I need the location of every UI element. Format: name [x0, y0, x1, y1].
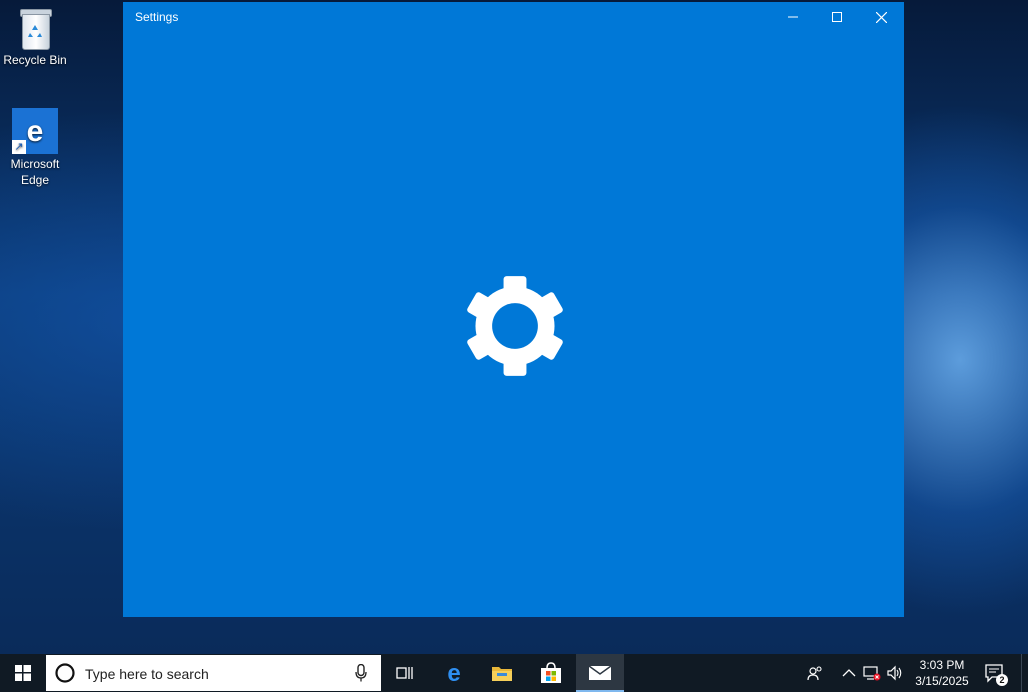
file-explorer-icon	[492, 667, 512, 681]
gear-icon	[467, 276, 563, 376]
edge-icon: e	[447, 662, 460, 684]
minimize-icon	[788, 16, 798, 18]
clock[interactable]: 3:03 PM 3/15/2025	[910, 657, 974, 689]
title-bar[interactable]: Settings	[123, 2, 904, 32]
store-icon	[541, 662, 561, 683]
desktop-icon-recycle-bin[interactable]: Recycle Bin	[0, 6, 70, 68]
chevron-up-icon[interactable]	[840, 664, 858, 682]
svg-text:e: e	[27, 116, 44, 146]
svg-text:e: e	[447, 662, 460, 684]
shortcut-arrow-icon: ↗	[12, 140, 26, 154]
search-placeholder: Type here to search	[85, 666, 209, 682]
start-button[interactable]	[0, 654, 46, 692]
taskbar-mail[interactable]	[576, 654, 624, 692]
maximize-button[interactable]	[815, 2, 859, 32]
taskbar: Type here to search e 3:03 PM 3/15/2025 …	[0, 654, 1028, 692]
taskbar-file-explorer[interactable]	[478, 654, 526, 692]
edge-icon: e ↗	[12, 108, 58, 154]
people-icon[interactable]	[806, 664, 824, 682]
taskbar-store[interactable]	[527, 654, 575, 692]
action-center-button[interactable]: 2	[983, 662, 1008, 686]
clock-time: 3:03 PM	[919, 658, 965, 672]
network-disconnected-icon[interactable]	[863, 664, 881, 682]
desktop-icon-label: Microsoft Edge	[10, 157, 60, 187]
microphone-icon[interactable]	[355, 664, 367, 682]
desktop-icon-microsoft-edge[interactable]: e ↗ Microsoft Edge	[0, 108, 70, 188]
mail-icon	[588, 665, 612, 680]
close-icon	[875, 11, 887, 23]
cortana-icon	[55, 663, 75, 683]
windows-logo-icon	[15, 665, 31, 681]
clock-date: 3/15/2025	[915, 674, 969, 688]
show-desktop-button[interactable]	[1021, 654, 1028, 692]
minimize-button[interactable]	[771, 2, 815, 32]
volume-icon[interactable]	[886, 664, 904, 682]
settings-window[interactable]: Settings	[123, 2, 904, 617]
task-view-icon	[396, 667, 413, 679]
system-tray: 3:03 PM 3/15/2025 2	[800, 654, 1028, 692]
window-title: Settings	[135, 10, 179, 24]
desktop-icon-label: Recycle Bin	[3, 53, 67, 67]
search-box[interactable]: Type here to search	[46, 655, 381, 691]
task-view-button[interactable]	[381, 654, 429, 692]
recycle-bin-icon	[18, 6, 52, 50]
close-button[interactable]	[859, 2, 903, 32]
maximize-icon	[832, 12, 842, 22]
taskbar-edge[interactable]: e	[430, 654, 478, 692]
notification-count-badge: 2	[996, 674, 1008, 686]
